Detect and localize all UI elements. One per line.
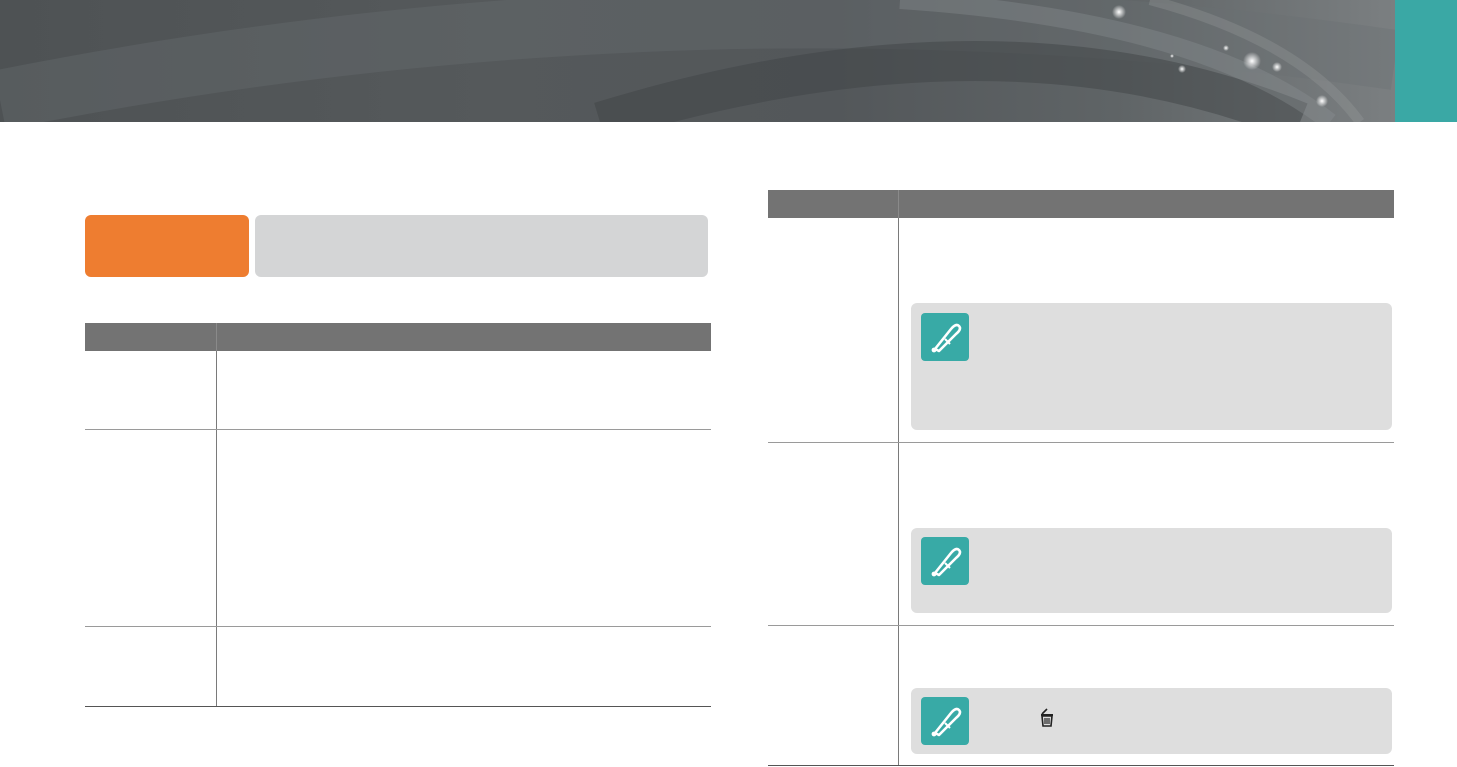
row-divider	[85, 626, 711, 627]
table-header	[768, 190, 1394, 218]
note-pen-icon	[921, 697, 969, 745]
note-box	[911, 528, 1392, 613]
section-badge	[85, 215, 249, 277]
note-pen-icon	[921, 537, 969, 585]
table-bottom-border	[85, 706, 711, 707]
header-banner	[0, 0, 1395, 122]
right-options-table	[768, 190, 1394, 767]
table-bottom-border	[768, 765, 1394, 766]
row-divider	[768, 442, 1394, 443]
row-divider	[85, 429, 711, 430]
note-box	[911, 688, 1392, 754]
table-header	[85, 323, 711, 351]
section-description	[255, 215, 708, 277]
trash-icon	[1038, 708, 1056, 733]
banner-arc-graphic	[0, 0, 1395, 122]
left-options-table	[85, 323, 711, 707]
chapter-tab[interactable]	[1395, 0, 1457, 122]
note-pen-icon	[921, 313, 969, 361]
note-box	[911, 303, 1392, 430]
row-divider	[768, 625, 1394, 626]
